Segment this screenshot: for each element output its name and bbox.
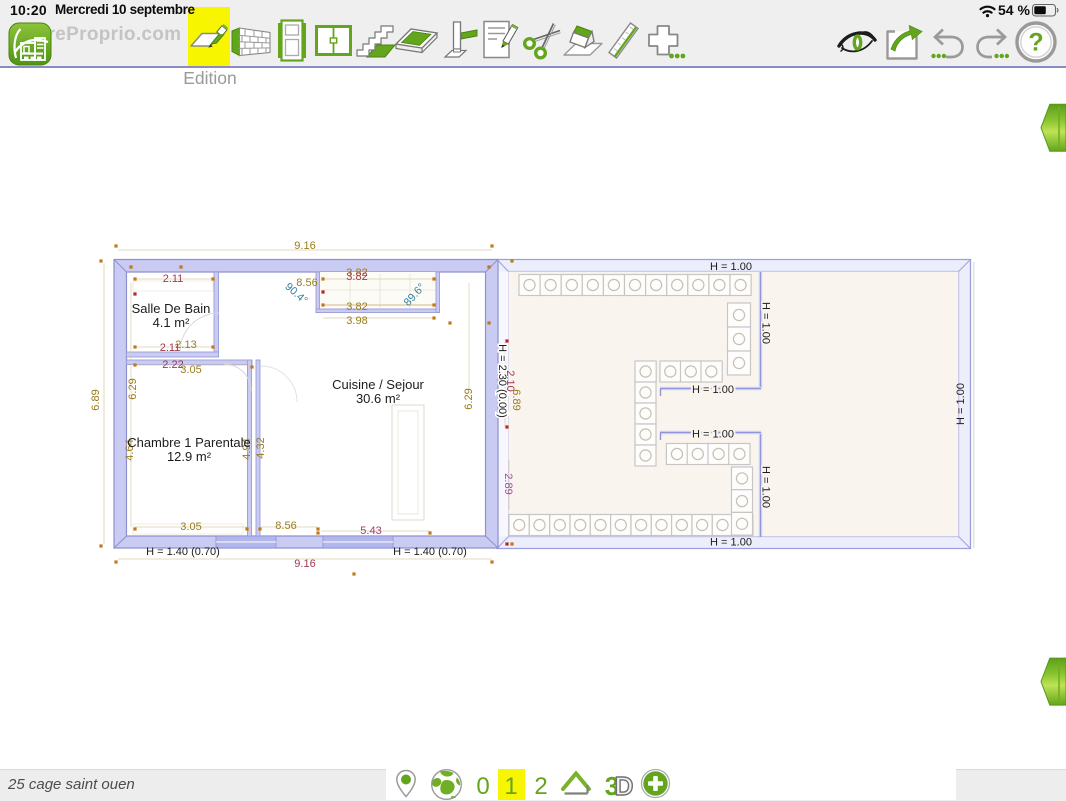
svg-text:6.29: 6.29 (463, 388, 475, 409)
svg-text:H = 1.00: H = 1.00 (692, 384, 734, 396)
svg-text:?: ? (1028, 29, 1043, 57)
svg-text:30.6 m²: 30.6 m² (356, 391, 401, 406)
svg-text:6.89: 6.89 (90, 389, 102, 410)
svg-text:D: D (615, 771, 634, 800)
svg-text:6.89: 6.89 (510, 389, 522, 410)
svg-text:3.05: 3.05 (180, 521, 201, 533)
svg-text:H = 1.40 (0.70): H = 1.40 (0.70) (393, 546, 467, 558)
svg-text:H = 1.00: H = 1.00 (955, 383, 967, 425)
svg-text:Chambre 1 Parentale: Chambre 1 Parentale (127, 435, 251, 450)
svg-text:8.56: 8.56 (275, 520, 296, 532)
svg-text:12.9 m²: 12.9 m² (167, 449, 212, 464)
svg-text:3.98: 3.98 (346, 315, 367, 327)
svg-text:3.82: 3.82 (346, 271, 367, 283)
svg-text:1: 1 (504, 773, 517, 800)
svg-text:H = 1.00: H = 1.00 (710, 261, 752, 273)
svg-text:H = 1.00: H = 1.00 (692, 429, 734, 441)
svg-text:4.32: 4.32 (255, 437, 267, 458)
svg-text:Salle De Bain: Salle De Bain (132, 301, 211, 316)
svg-text:3.82: 3.82 (346, 301, 367, 313)
svg-text:6.29: 6.29 (127, 378, 139, 399)
svg-text:H = 1.00: H = 1.00 (760, 466, 772, 508)
svg-text:8.56: 8.56 (296, 277, 317, 289)
svg-text:2.89: 2.89 (502, 473, 514, 494)
svg-text:9.16: 9.16 (294, 240, 315, 252)
svg-text:0: 0 (476, 773, 489, 800)
svg-text:H = 1.40 (0.70): H = 1.40 (0.70) (146, 546, 220, 558)
svg-text:2.11: 2.11 (160, 342, 181, 354)
svg-text:H = 1.00: H = 1.00 (710, 537, 752, 549)
svg-text:9.16: 9.16 (294, 558, 315, 570)
svg-text:H = 1.00: H = 1.00 (760, 302, 772, 344)
svg-text:4.1 m²: 4.1 m² (153, 315, 191, 330)
svg-text:2.11: 2.11 (163, 273, 184, 285)
svg-text:Cuisine / Sejour: Cuisine / Sejour (332, 377, 424, 392)
svg-text:5.43: 5.43 (360, 525, 381, 537)
svg-text:2: 2 (534, 773, 547, 800)
svg-text:3.05: 3.05 (180, 364, 201, 376)
